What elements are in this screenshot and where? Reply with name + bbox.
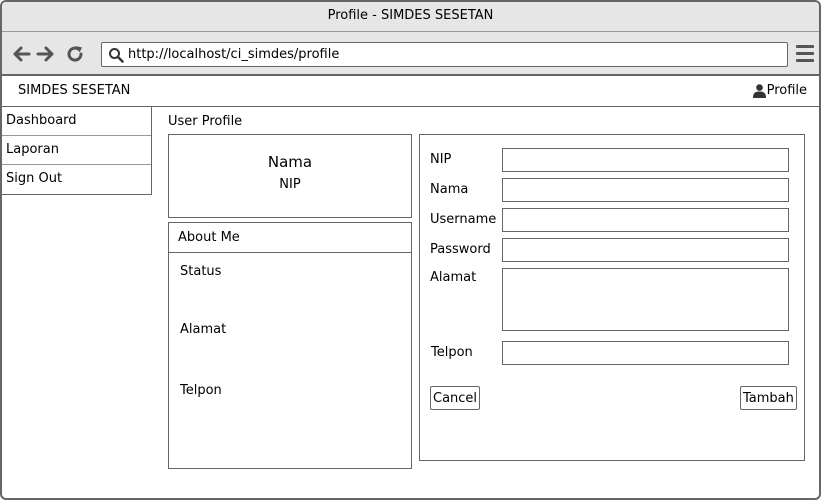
about-status: Status [180,264,222,279]
tambah-button[interactable]: Tambah [740,386,797,410]
sidebar-item-laporan[interactable]: Laporan [2,136,151,165]
alamat-textarea[interactable] [502,268,789,331]
reload-icon[interactable] [65,44,85,64]
nama-field[interactable] [502,178,789,202]
profile-link[interactable]: Profile [752,83,807,98]
profile-nip: NIP [279,177,301,192]
sidebar-item-label: Dashboard [6,113,77,128]
cancel-button[interactable]: Cancel [430,386,481,410]
profile-form: NIP Nama Username Password Alamat Telpon… [419,134,805,461]
telpon-field[interactable] [502,341,789,365]
username-label: Username [430,212,497,227]
nama-label: Nama [430,182,469,197]
nip-field[interactable] [502,148,789,172]
page-title: User Profile [168,114,243,129]
sidebar-item-sign-out[interactable]: Sign Out [2,165,151,194]
window-title: Profile - SIMDES SESETAN [327,8,494,23]
app-title[interactable]: SIMDES SESETAN [18,83,130,98]
nip-label: NIP [430,152,452,167]
sidebar-item-label: Laporan [6,142,59,157]
about-me-heading: About Me [169,223,411,253]
profile-name: Nama [267,153,313,171]
about-telpon: Telpon [180,383,222,398]
profile-name-card: Nama NIP [168,134,412,218]
user-icon [752,83,766,98]
address-bar[interactable]: http://localhost/ci_simdes/profile [101,42,788,67]
app-header: SIMDES SESETAN Profile [2,76,819,107]
arrow-right-icon[interactable] [36,44,56,64]
browser-toolbar: http://localhost/ci_simdes/profile [2,32,819,76]
browser-window: Profile - SIMDES SESETAN http://localhos… [0,0,821,500]
password-label: Password [430,242,491,257]
address-bar-url: http://localhost/ci_simdes/profile [128,47,340,62]
about-me-card: About Me Status Alamat Telpon [168,222,412,469]
window-titlebar: Profile - SIMDES SESETAN [2,2,819,32]
username-field[interactable] [502,208,789,232]
password-field[interactable] [502,238,789,262]
hamburger-menu-icon[interactable] [796,45,814,63]
about-alamat: Alamat [180,322,227,337]
telpon-label: Telpon [431,345,473,360]
sidebar-item-dashboard[interactable]: Dashboard [2,107,151,136]
sidebar-menu: Dashboard Laporan Sign Out [2,107,152,195]
profile-link-label: Profile [766,83,807,98]
arrow-left-icon[interactable] [11,44,31,64]
search-icon [109,48,124,63]
sidebar-item-label: Sign Out [6,171,63,186]
alamat-label: Alamat [430,270,477,285]
